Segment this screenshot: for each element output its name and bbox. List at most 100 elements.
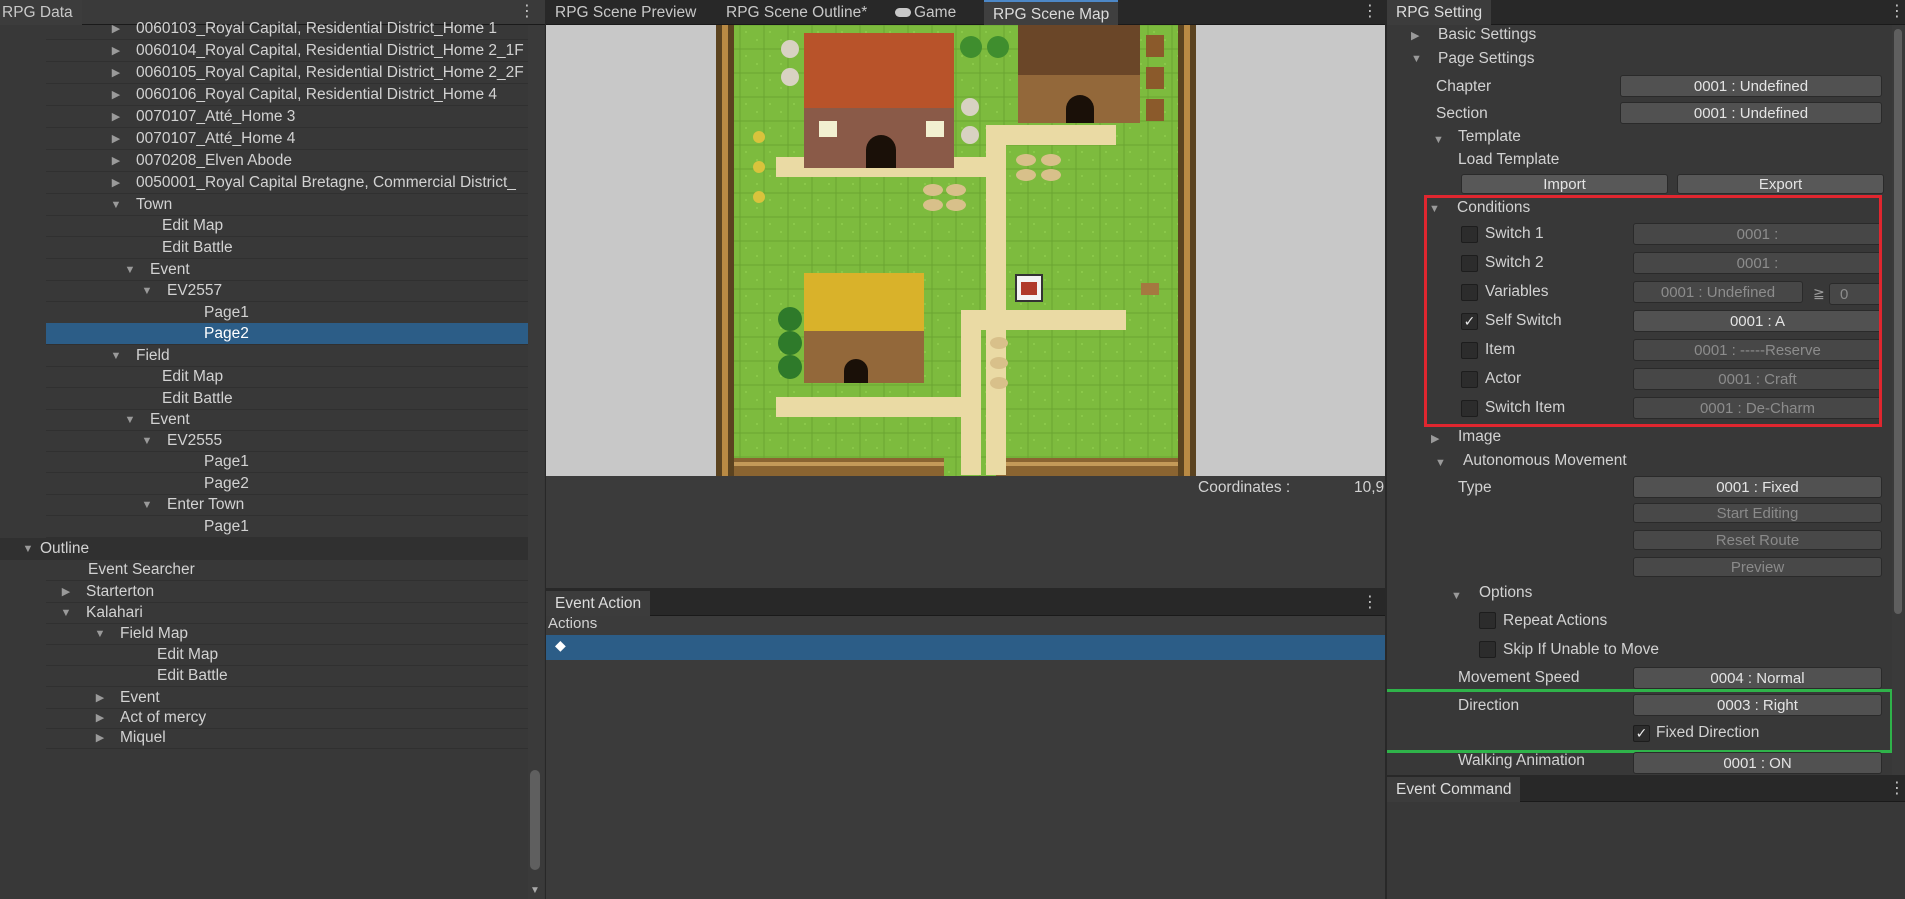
tab-game[interactable]: Game [886,0,965,25]
export-button[interactable]: Export [1677,174,1884,194]
expand-arrow-icon[interactable]: ▶ [94,727,106,749]
tree-item[interactable]: ▼ Field Map [46,623,528,645]
tree-item[interactable]: Event Searcher [46,559,528,581]
tab-scene-map[interactable]: RPG Scene Map [984,0,1119,25]
collapse-arrow-icon[interactable]: ▼ [124,409,136,431]
tree-item[interactable]: ▼ Enter Town [46,494,528,516]
collapse-arrow-icon[interactable]: ▼ [1451,590,1462,602]
tree-item[interactable]: Page2 [46,473,528,495]
tree-item[interactable]: Page1 [46,516,528,538]
walking-animation-dropdown[interactable]: 0001 : ON [1633,752,1882,774]
action-row-selected[interactable]: ◆ [546,635,1385,660]
collapse-arrow-icon[interactable]: ▼ [110,194,122,216]
tree-item[interactable]: ▶ 0070107_Atté_Home 3 [46,106,528,128]
tree-item[interactable]: ▶ 0060104_Royal Capital, Residential Dist… [46,40,528,62]
image-foldout[interactable]: Image [1458,428,1501,446]
tree-item[interactable]: Page1 [46,451,528,473]
tab-scene-preview[interactable]: RPG Scene Preview [546,0,705,25]
collapse-arrow-icon[interactable]: ▼ [94,623,106,645]
tree-item[interactable]: ▶ 0060103_Royal Capital, Residential Dist… [46,18,528,40]
import-button[interactable]: Import [1461,174,1668,194]
expand-arrow-icon[interactable]: ▶ [94,687,106,709]
repeat-actions-checkbox[interactable] [1479,612,1496,629]
scrollbar-track[interactable]: ▼ [528,25,544,899]
tree-item[interactable]: ▶ 0070107_Atté_Home 4 [46,128,528,150]
expand-arrow-icon[interactable]: ▶ [110,128,122,150]
expand-arrow-icon[interactable]: ▶ [110,150,122,172]
basic-settings-foldout[interactable]: Basic Settings [1438,26,1536,44]
settings-scrollbar-thumb[interactable] [1894,29,1902,614]
collapse-arrow-icon[interactable]: ▼ [141,494,153,516]
tab-event-command[interactable]: Event Command [1387,777,1521,802]
tab-rpg-setting[interactable]: RPG Setting [1387,0,1492,25]
tree-item[interactable]: ▼ EV2557 [46,280,528,302]
tree-item[interactable]: ▼ EV2555 [46,430,528,452]
start-editing-button[interactable]: Start Editing [1633,503,1882,523]
template-foldout[interactable]: Template [1458,128,1521,146]
tree-item[interactable]: Edit Battle [46,665,528,687]
tree-item[interactable]: ▶ 0060105_Royal Capital, Residential Dist… [46,62,528,84]
more-menu-icon[interactable]: ⋮ [1889,777,1905,802]
preview-button[interactable]: Preview [1633,557,1882,577]
expand-arrow-icon[interactable]: ▶ [1411,29,1419,42]
scrollbar-thumb[interactable] [530,770,540,870]
map-canvas[interactable] [716,25,1196,476]
type-dropdown[interactable]: 0001 : Fixed [1633,476,1882,498]
reset-route-button[interactable]: Reset Route [1633,530,1882,550]
tree-item[interactable]: ▼ Event [46,409,528,431]
expand-arrow-icon[interactable]: ▶ [110,172,122,194]
tree-item[interactable]: Edit Map [46,215,528,237]
collapse-arrow-icon[interactable]: ▼ [60,602,72,624]
collapse-arrow-icon[interactable]: ▼ [1433,134,1444,146]
fixed-direction-checkbox[interactable]: ✓ [1633,725,1650,742]
more-menu-icon[interactable]: ⋮ [1889,0,1905,25]
tree-item[interactable]: ▶ Miquel [46,727,528,749]
tree-item[interactable]: Page2 [46,323,528,345]
expand-arrow-icon[interactable]: ▶ [110,40,122,62]
skip-unable-checkbox[interactable] [1479,641,1496,658]
section-dropdown[interactable]: 0001 : Undefined [1620,102,1882,124]
tree-item[interactable]: ▶ Event [46,687,528,709]
tree-item[interactable]: Edit Battle [46,388,528,410]
tree-item[interactable]: ▶ 0050001_Royal Capital Bretagne, Commerc… [46,172,528,194]
tree-item[interactable]: Edit Map [46,644,528,666]
tree-item[interactable]: ▼ Event [46,259,528,281]
expand-arrow-icon[interactable]: ▶ [110,18,122,40]
direction-dropdown[interactable]: 0003 : Right [1633,694,1882,716]
collapse-arrow-icon[interactable]: ▼ [1411,53,1422,65]
expand-arrow-icon[interactable]: ▶ [110,62,122,84]
tab-event-action[interactable]: Event Action [546,591,651,616]
collapse-arrow-icon[interactable]: ▼ [141,280,153,302]
expand-arrow-icon[interactable]: ▶ [110,84,122,106]
collapse-arrow-icon[interactable]: ▼ [141,430,153,452]
more-menu-icon[interactable]: ⋮ [1362,591,1378,616]
tree-item[interactable]: ▼ Kalahari [46,602,528,624]
tree-item[interactable]: ▼ Outline [0,538,528,560]
tree-item[interactable]: ▶ 0070208_Elven Abode [46,150,528,172]
settings-scrollbar[interactable] [1892,25,1904,775]
tree-item[interactable]: Edit Battle [46,237,528,259]
expand-arrow-icon[interactable]: ▶ [110,106,122,128]
options-foldout[interactable]: Options [1479,584,1532,602]
expand-arrow-icon[interactable]: ▶ [1431,432,1439,445]
tree-item[interactable]: ▼ Town [46,194,528,216]
tab-scene-outline[interactable]: RPG Scene Outline* [717,0,876,25]
tree-item[interactable]: ▶ Starterton [46,581,528,603]
autonomous-movement-foldout[interactable]: Autonomous Movement [1463,452,1627,470]
page-settings-foldout[interactable]: Page Settings [1438,50,1535,68]
tree-item[interactable]: Page1 [46,302,528,324]
expand-arrow-icon[interactable]: ▶ [94,707,106,729]
expand-arrow-icon[interactable]: ▶ [60,581,72,603]
chapter-dropdown[interactable]: 0001 : Undefined [1620,75,1882,97]
tree-item[interactable]: ▶ 0060106_Royal Capital, Residential Dist… [46,84,528,106]
collapse-arrow-icon[interactable]: ▼ [110,345,122,367]
scroll-down-arrow-icon[interactable]: ▼ [530,885,540,896]
tree-item[interactable]: ▶ Act of mercy [46,707,528,729]
collapse-arrow-icon[interactable]: ▼ [1435,457,1446,469]
collapse-arrow-icon[interactable]: ▼ [22,538,34,560]
tree-item[interactable]: Edit Map [46,366,528,388]
collapse-arrow-icon[interactable]: ▼ [124,259,136,281]
movement-speed-dropdown[interactable]: 0004 : Normal [1633,667,1882,689]
tree-item[interactable]: ▼ Field [46,345,528,367]
map-viewport[interactable] [546,25,1385,476]
